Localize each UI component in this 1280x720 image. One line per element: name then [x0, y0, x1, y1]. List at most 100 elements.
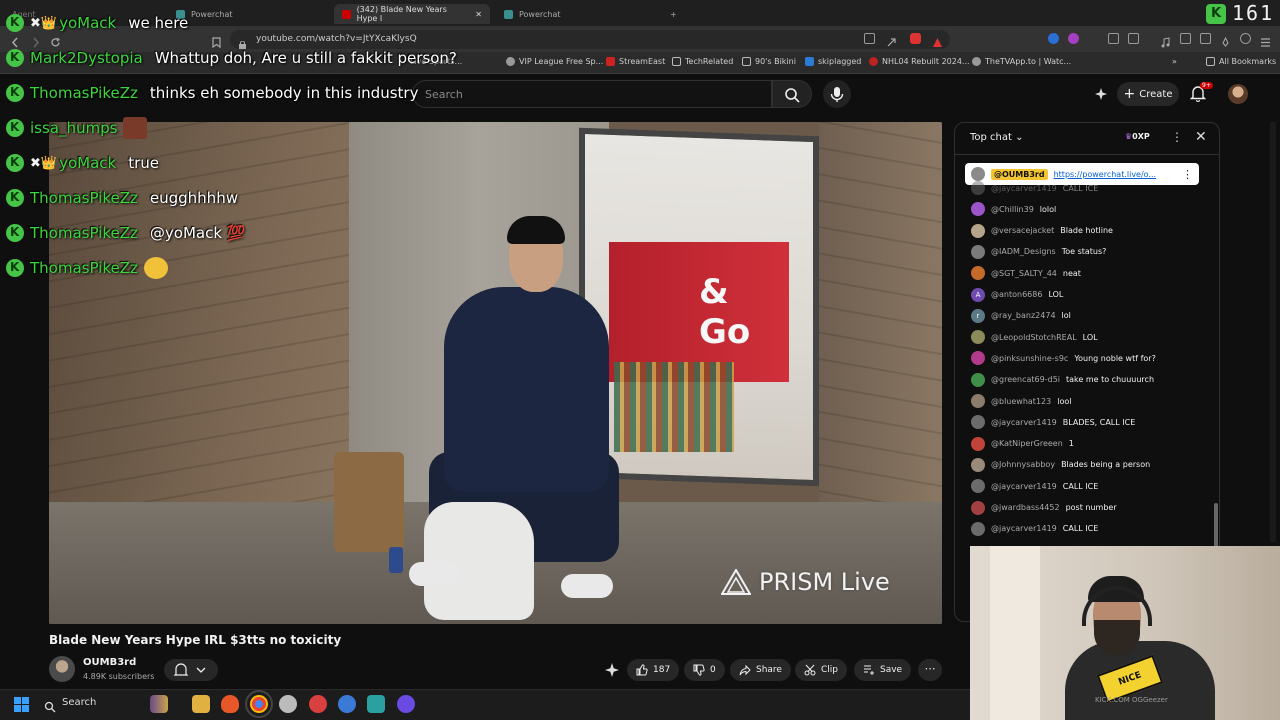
voice-search-button[interactable]	[823, 80, 851, 108]
clip-button[interactable]: Clip	[795, 659, 847, 681]
account-avatar[interactable]	[1228, 84, 1248, 104]
all-bookmarks-folder[interactable]: All Bookmarks	[1206, 57, 1276, 66]
chat-username[interactable]: @anton6686	[991, 290, 1042, 299]
chrome-browser-icon[interactable]	[245, 690, 273, 718]
chat-message[interactable]: @versacejacket Blade hotline	[971, 221, 1113, 241]
taskbar-search-label[interactable]: Search	[62, 697, 96, 708]
file-explorer-icon[interactable]	[192, 695, 210, 713]
chat-username[interactable]: @versacejacket	[991, 226, 1054, 235]
cast-icon[interactable]	[864, 33, 875, 44]
bookmark-folder[interactable]: 90's Bikini	[742, 57, 796, 66]
dislike-button[interactable]: 0	[684, 659, 725, 681]
chat-avatar[interactable]	[971, 394, 985, 408]
chat-username[interactable]: @KatNiperGreeen	[991, 439, 1063, 448]
chat-username[interactable]: @Chillin39	[991, 205, 1034, 214]
extension-red-icon[interactable]	[910, 33, 921, 44]
app-blue-icon[interactable]	[338, 695, 356, 713]
chat-avatar[interactable]	[971, 351, 985, 366]
chat-mode-dropdown[interactable]: Top chat ⌄	[970, 132, 1024, 143]
rocket-icon[interactable]	[1220, 33, 1231, 47]
chat-message[interactable]: @jwardbass4452 post number	[971, 498, 1117, 518]
chat-username[interactable]: @LeopoldStotchREAL	[991, 333, 1077, 342]
chat-message[interactable]: @IADM_Designs Toe status?	[971, 242, 1106, 262]
chat-avatar[interactable]: A	[971, 287, 985, 302]
chat-avatar[interactable]	[971, 479, 985, 494]
chat-avatar[interactable]	[971, 181, 985, 195]
brave-browser-icon[interactable]	[221, 695, 239, 713]
chat-avatar[interactable]	[971, 244, 985, 259]
close-chat-icon[interactable]: ✕	[1195, 129, 1207, 145]
bookmark-item[interactable]: VIP League Free Sp...	[506, 57, 603, 66]
profile-icon[interactable]	[1240, 33, 1251, 44]
ai-sparkle-button[interactable]	[604, 659, 620, 681]
chat-message[interactable]: A @anton6686 LOL	[971, 285, 1063, 305]
channel-avatar[interactable]	[49, 656, 75, 682]
chat-avatar[interactable]	[971, 436, 985, 451]
taskbar-widgets-icon[interactable]	[150, 695, 168, 713]
chat-avatar[interactable]	[971, 266, 985, 281]
bookmarks-overflow-icon[interactable]: »	[1172, 57, 1177, 66]
taskbar-search-icon[interactable]	[44, 698, 56, 713]
extension-warning-icon[interactable]	[932, 33, 943, 47]
new-tab-button[interactable]: +	[662, 4, 685, 24]
bookmark-folder[interactable]: TechRelated	[672, 57, 733, 66]
back-icon[interactable]	[10, 33, 21, 48]
media-icon[interactable]	[1160, 33, 1171, 48]
chat-message[interactable]: @Johnnysabboy Blades being a person	[971, 455, 1150, 475]
chat-username[interactable]: @jaycarver1419	[991, 482, 1057, 491]
bookmark-icon[interactable]	[211, 33, 222, 49]
create-button[interactable]: + Create	[1117, 82, 1179, 106]
save-button[interactable]: Save	[854, 659, 912, 681]
bookmark-item[interactable]: NHL04 Rebuilt 2024...	[869, 57, 970, 66]
chat-avatar[interactable]	[971, 415, 985, 430]
chat-avatar[interactable]	[971, 330, 985, 345]
chat-message[interactable]: @greencat69-d5i take me to chuuuurch	[971, 370, 1154, 390]
sidebar-icon[interactable]	[1180, 33, 1191, 44]
tab-powerchat-2[interactable]: Powerchat	[496, 4, 656, 24]
share-button[interactable]: Share	[730, 659, 791, 681]
bookmark-item[interactable]: StreamEast	[606, 57, 665, 66]
bookmark-item[interactable]: skiplagged	[805, 57, 861, 66]
chat-message[interactable]: @pinksunshine-s9c Young noble wtf for?	[971, 348, 1156, 368]
chat-username[interactable]: @greencat69-d5i	[991, 375, 1060, 384]
chat-message[interactable]: @Chillin39 lolol	[971, 199, 1056, 219]
chat-menu-icon[interactable]: ⋮	[1171, 130, 1183, 144]
xp-badge[interactable]: ♛0XP	[1125, 132, 1150, 141]
chat-username[interactable]: @pinksunshine-s9c	[991, 354, 1068, 363]
channel-name[interactable]: OUMB3rd	[83, 657, 136, 668]
chat-avatar[interactable]	[971, 521, 985, 536]
wallet-icon[interactable]	[1200, 33, 1211, 44]
chat-message[interactable]: @KatNiperGreeen 1	[971, 434, 1074, 454]
address-bar[interactable]: youtube.com/watch?v=JtYXcaKlysQ	[230, 30, 950, 49]
chat-message[interactable]: @jaycarver1419 CALL ICE	[971, 178, 1098, 198]
search-input[interactable]: Search	[412, 80, 772, 108]
app-teal-icon[interactable]	[367, 695, 385, 713]
chat-message[interactable]: r @ray_banz2474 lol	[971, 306, 1071, 326]
chat-username[interactable]: @Johnnysabboy	[991, 460, 1055, 469]
extensions-icon[interactable]	[1108, 33, 1119, 44]
extension-blue-icon[interactable]	[1048, 33, 1059, 44]
more-actions-button[interactable]: ⋯	[918, 659, 942, 681]
chat-message[interactable]: @jaycarver1419 CALL ICE	[971, 476, 1098, 496]
chat-message[interactable]: @bluewhat123 lool	[971, 391, 1071, 411]
extension-purple-icon[interactable]	[1068, 33, 1079, 44]
app-red-icon[interactable]	[309, 695, 327, 713]
forward-icon[interactable]	[30, 33, 41, 48]
chat-username[interactable]: @jwardbass4452	[991, 503, 1060, 512]
app-shield-icon[interactable]	[279, 695, 297, 713]
chat-avatar[interactable]	[971, 202, 985, 217]
tab-agent[interactable]: Agent	[4, 4, 44, 24]
like-button[interactable]: 187	[627, 659, 680, 681]
ai-sparkle-icon[interactable]	[1094, 86, 1108, 100]
chat-message[interactable]: @SGT_SALTY_44 neat	[971, 263, 1081, 283]
menu-icon[interactable]	[1260, 33, 1271, 47]
page-scrollbar[interactable]	[1270, 122, 1276, 542]
chat-username[interactable]: @jaycarver1419	[991, 418, 1057, 427]
tab-powerchat-1[interactable]: Powerchat	[168, 4, 328, 24]
chat-message[interactable]: @jaycarver1419 BLADES, CALL ICE	[971, 412, 1135, 432]
chat-avatar[interactable]	[971, 457, 985, 472]
chat-avatar[interactable]	[971, 500, 985, 515]
site-info-icon[interactable]	[238, 35, 247, 49]
chat-message[interactable]: @jaycarver1419 CALL ICE	[971, 519, 1098, 539]
windows-start-icon[interactable]	[14, 697, 29, 712]
